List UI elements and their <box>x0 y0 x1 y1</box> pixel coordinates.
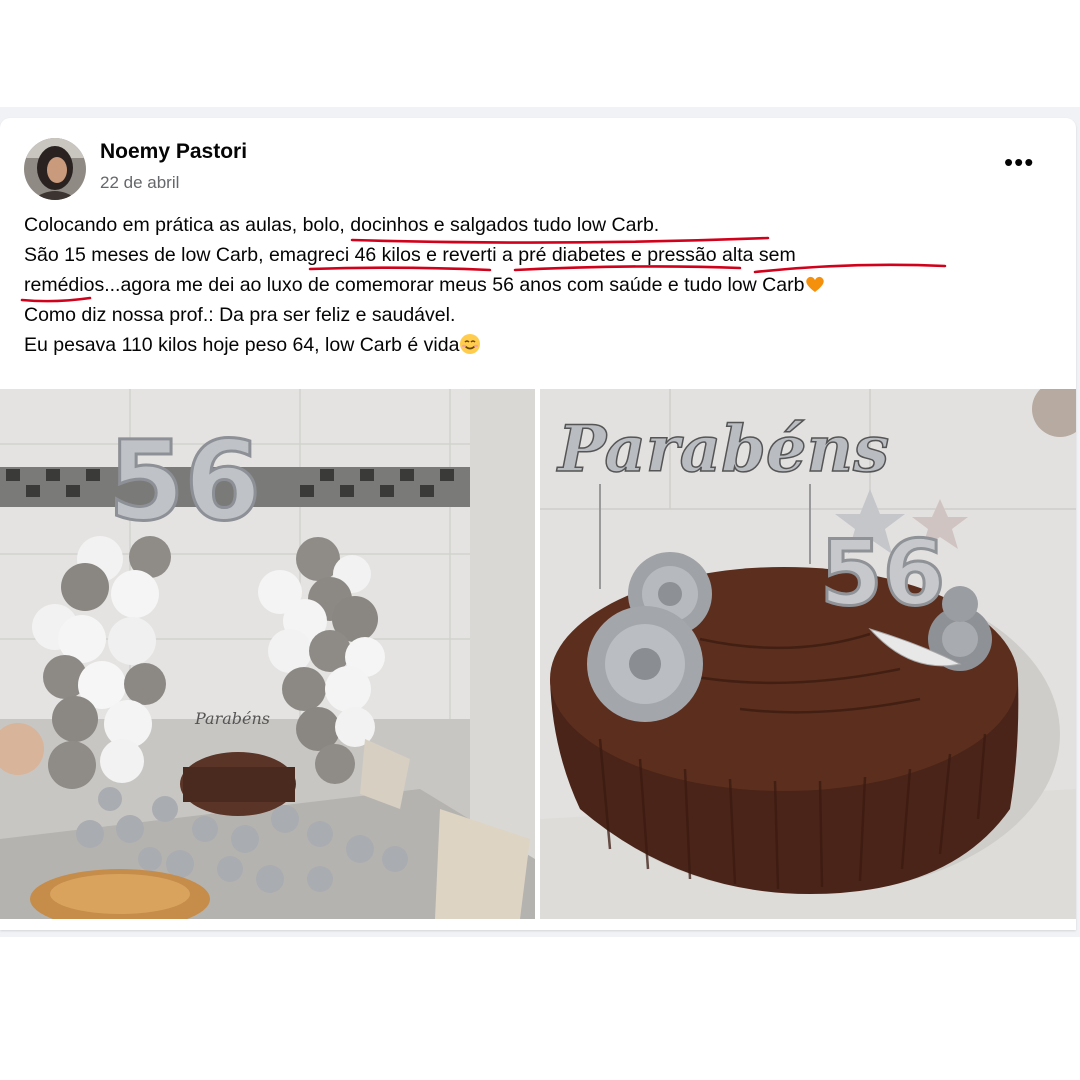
post-line-1: Colocando em prática as aulas, bolo, doc… <box>24 214 660 236</box>
avatar[interactable] <box>24 138 86 200</box>
post-line-5-text: Eu pesava 110 kilos hoje peso 64, low Ca… <box>24 334 460 356</box>
party-banner: Parabéns <box>194 709 270 728</box>
post-line-4: Como diz nossa prof.: Da pra ser feliz e… <box>24 304 456 326</box>
post-line-3: remédios...agora me dei ao luxo de comem… <box>24 270 1064 300</box>
smiling-face-icon <box>460 334 481 354</box>
candle-number: 56 <box>820 521 945 626</box>
post-text: Colocando em prática as aulas, bolo, doc… <box>24 210 1064 360</box>
post-line-5: Eu pesava 110 kilos hoje peso 64, low Ca… <box>24 330 1064 360</box>
post-date[interactable]: 22 de abril <box>100 173 179 193</box>
author-name[interactable]: Noemy Pastori <box>100 140 247 164</box>
more-options-icon[interactable]: ••• <box>1004 149 1040 175</box>
post-line-2: São 15 meses de low Carb, emagreci 46 ki… <box>24 244 796 266</box>
cake-topper-text: Parabéns <box>556 412 889 487</box>
photo-party-table[interactable]: 56 Parabéns <box>0 389 535 919</box>
post-line-3-text: remédios...agora me dei ao luxo de comem… <box>24 274 805 296</box>
photo-chocolate-cake[interactable]: Parabéns 56 <box>540 389 1076 919</box>
orange-heart-icon <box>806 276 825 292</box>
balloon-number: 56 <box>108 417 261 545</box>
